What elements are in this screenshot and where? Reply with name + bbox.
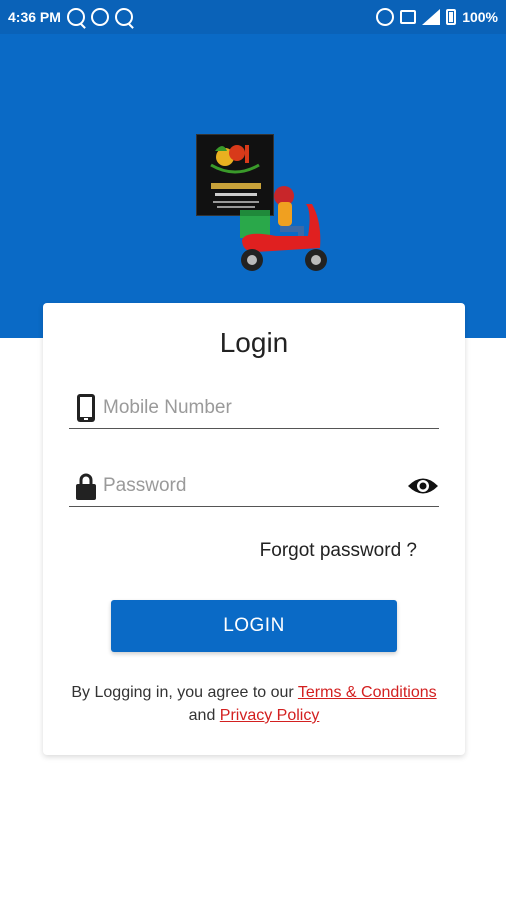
show-password-eye-icon[interactable] (407, 475, 439, 497)
delivery-scooter-icon (240, 186, 327, 271)
mobile-number-field[interactable]: Mobile Number (69, 385, 439, 429)
status-bar-right: 100% (376, 8, 498, 26)
signal-icon (422, 9, 441, 25)
password-field[interactable]: Password (69, 463, 439, 507)
q-app-icon (114, 8, 133, 26)
status-time: 4:36 PM (8, 9, 61, 25)
alarm-icon (376, 8, 395, 26)
battery-percent: 100% (462, 9, 498, 25)
terms-conditions-link[interactable]: Terms & Conditions (298, 684, 437, 701)
mobile-number-placeholder: Mobile Number (103, 397, 232, 418)
volte-icon (400, 10, 417, 24)
login-title: Login (219, 327, 289, 358)
terms-notice: By Logging in, you agree to our Terms & … (63, 681, 445, 727)
login-button[interactable]: LOGIN (111, 600, 397, 652)
forgot-password-link[interactable]: Forgot password ? (260, 540, 417, 562)
privacy-policy-link[interactable]: Privacy Policy (220, 707, 320, 724)
brand-illustration (196, 134, 336, 280)
status-bar-left: 4:36 PM (8, 8, 133, 26)
login-card: Login Mobile Number Password Forgot pass… (43, 303, 465, 755)
q-app-icon (66, 8, 85, 26)
password-placeholder: Password (103, 475, 187, 496)
battery-icon (446, 9, 457, 25)
terms-and-text: and (188, 707, 220, 724)
status-bar: 4:36 PM 100% (0, 0, 506, 34)
mobile-phone-icon (77, 394, 95, 422)
terms-prefix-text: By Logging in, you agree to our (71, 684, 298, 701)
whatsapp-icon (90, 8, 109, 26)
lock-icon (76, 473, 96, 500)
